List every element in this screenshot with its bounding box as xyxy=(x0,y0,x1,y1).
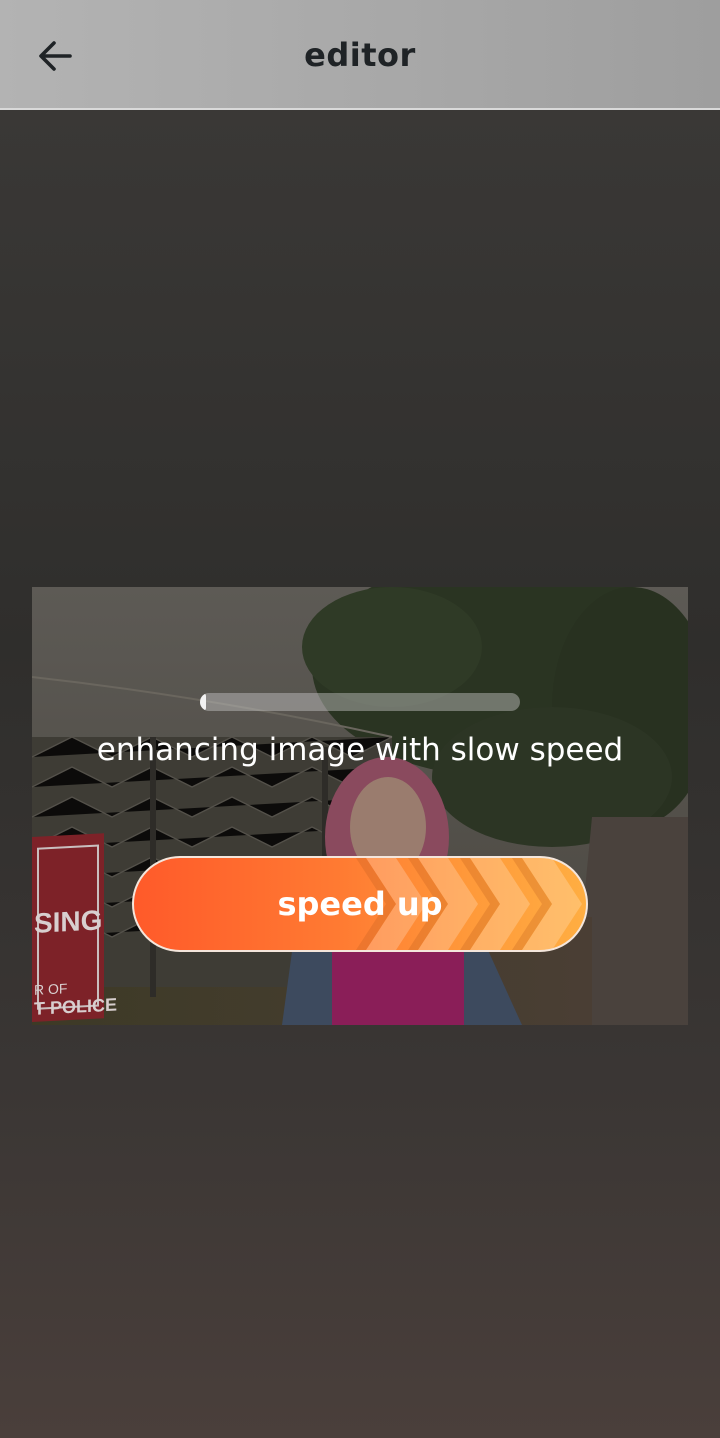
editor-screen: editor SING R OF T POLICE enhancing imag… xyxy=(0,0,720,1438)
enhance-progress-bar xyxy=(200,693,520,711)
preview-image: SING R OF T POLICE xyxy=(32,587,688,1025)
enhance-status-text: enhancing image with slow speed xyxy=(96,732,624,768)
sign-text-line-1: SING xyxy=(34,904,102,939)
arrow-left-icon xyxy=(39,41,72,71)
speed-up-button[interactable]: speed up xyxy=(132,856,588,952)
page-title: editor xyxy=(304,36,416,74)
back-button[interactable] xyxy=(20,20,92,92)
speed-up-label: speed up xyxy=(277,885,443,923)
sign-text-line-2: R OF xyxy=(34,980,67,998)
app-bar: editor xyxy=(0,0,720,110)
